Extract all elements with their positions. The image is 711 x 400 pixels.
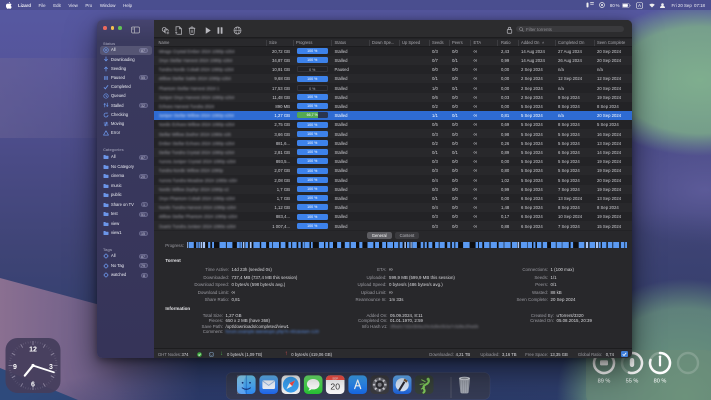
svg-text:9: 9 xyxy=(13,364,17,371)
svg-text:80 %: 80 % xyxy=(654,379,667,385)
svg-text:SEP: SEP xyxy=(332,376,338,380)
svg-text:6: 6 xyxy=(31,382,35,389)
svg-text:A: A xyxy=(638,3,641,8)
svg-text:12: 12 xyxy=(29,347,37,354)
svg-text:3: 3 xyxy=(49,364,53,371)
svg-text:55 %: 55 % xyxy=(626,379,639,385)
svg-text:89 %: 89 % xyxy=(598,379,611,385)
svg-text:20: 20 xyxy=(330,382,340,392)
